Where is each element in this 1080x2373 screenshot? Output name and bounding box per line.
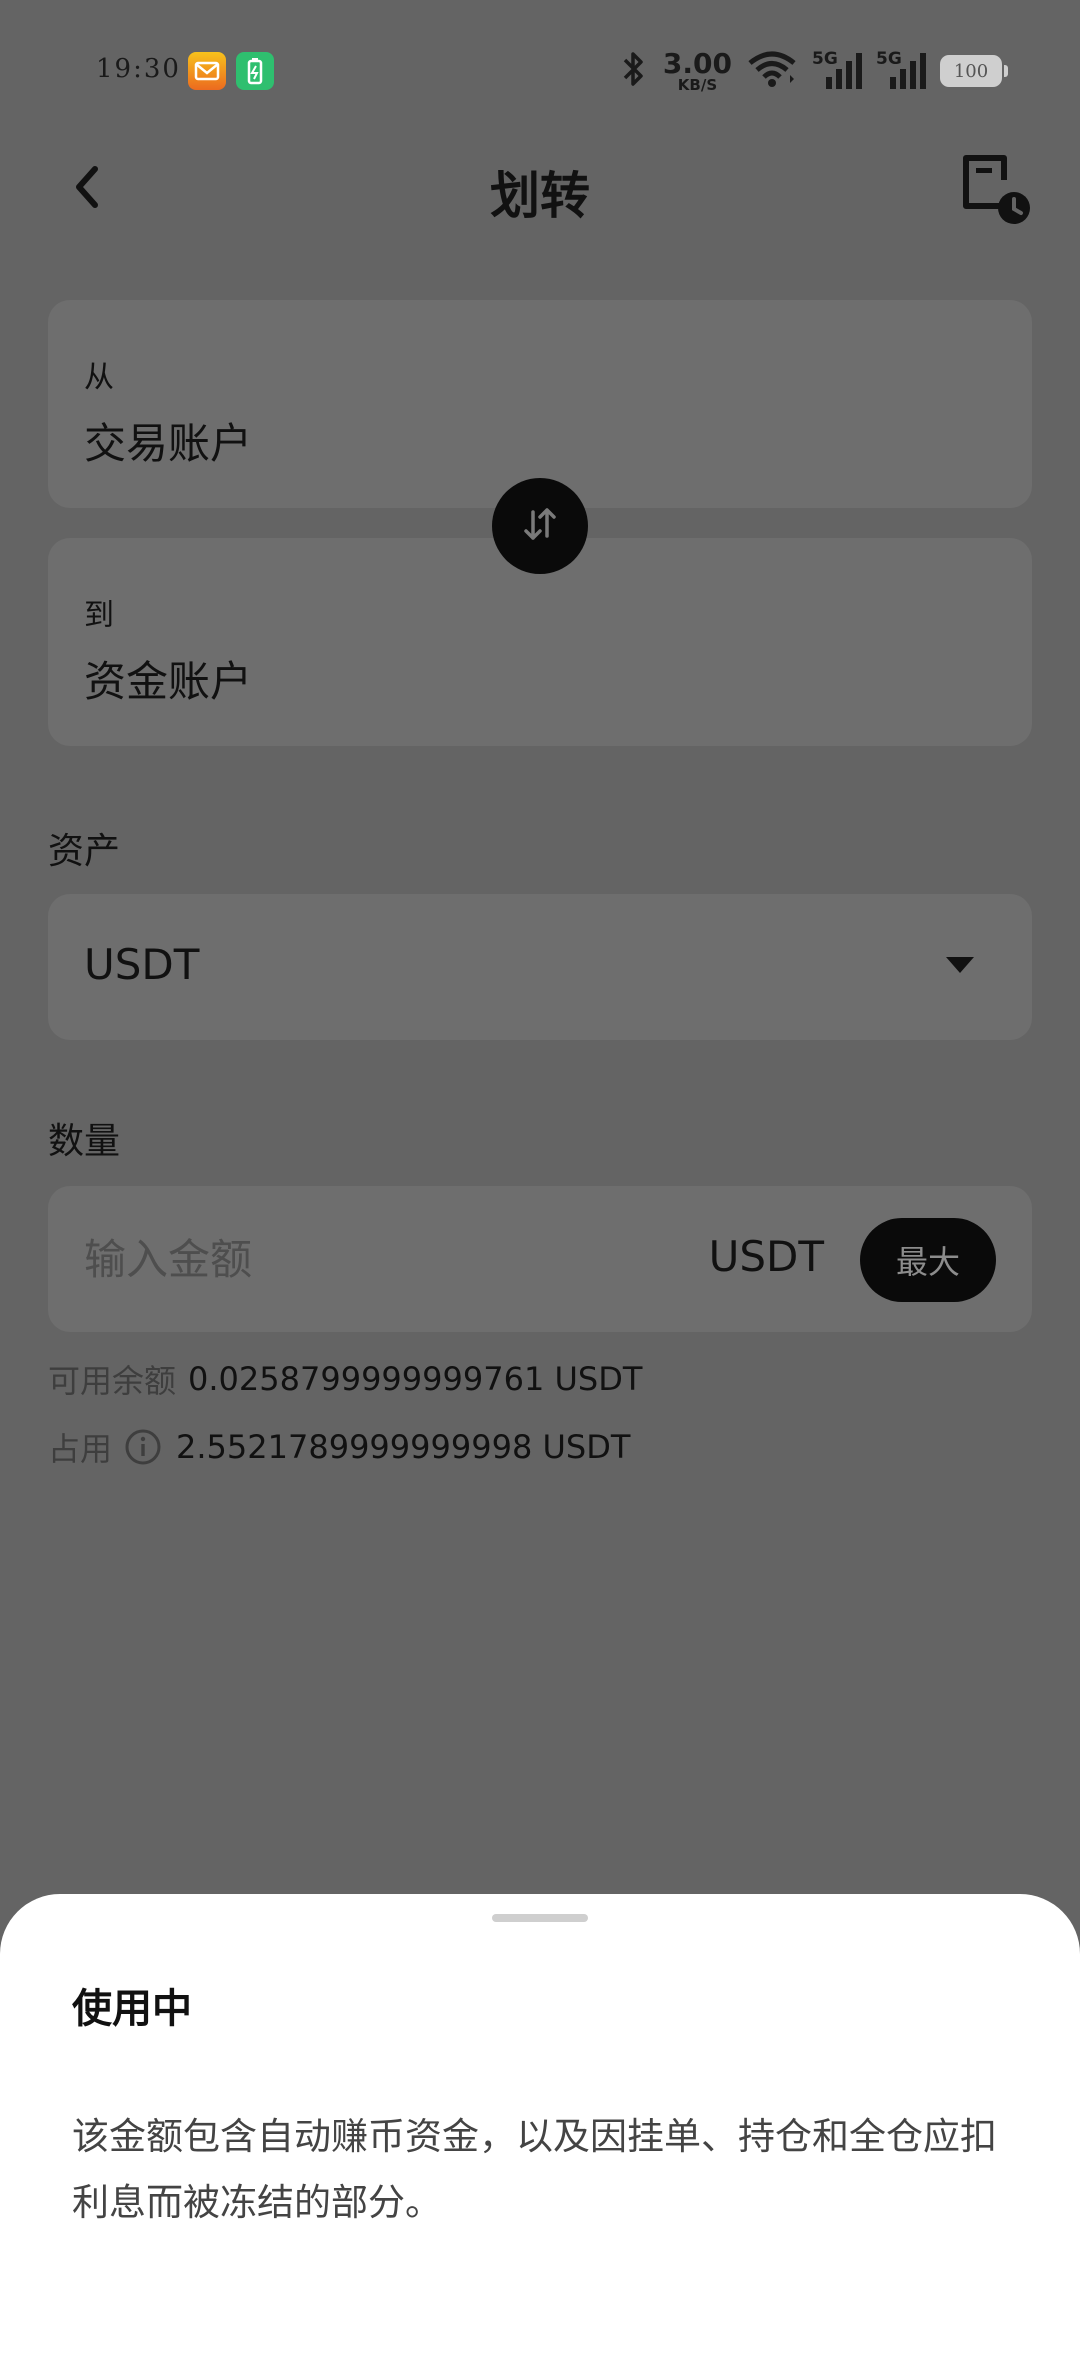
amount-section-label: 数量 (48, 1121, 121, 1162)
asset-section-label: 资产 (48, 831, 121, 872)
status-indicators: 3.00 KB/S 5G 5G 100 (619, 46, 1008, 96)
battery-indicator: 100 (940, 55, 1008, 87)
swap-arrows-icon (518, 502, 562, 550)
available-balance-label: 可用余额 (48, 1362, 177, 1400)
network-speed-value: 3.00 (662, 46, 732, 80)
sheet-drag-handle[interactable] (492, 1914, 588, 1922)
swap-accounts-button[interactable] (492, 478, 588, 574)
sheet-title: 使用中 (72, 1986, 192, 2032)
amount-input[interactable] (84, 1226, 684, 1292)
to-label: 到 (84, 598, 114, 633)
amount-input-container: USDT 最大 (48, 1186, 1032, 1332)
occupied-balance-row: 占用 2.5521789999999998 USDT (48, 1424, 630, 1470)
cell-signal-2: 5G (876, 49, 926, 93)
asset-selected-value: USDT (84, 940, 200, 989)
record-clock-icon (956, 155, 1036, 234)
to-account-value: 资金账户 (84, 657, 253, 706)
signal-bars-icon (890, 53, 926, 89)
battery-saver-icon (236, 52, 274, 90)
signal-bars-icon (826, 53, 862, 89)
from-account-value: 交易账户 (84, 419, 253, 468)
available-balance-value: 0.0258799999999761 USDT (188, 1360, 643, 1398)
mail-notification-icon (188, 52, 226, 90)
occupied-balance-value: 2.5521789999999998 USDT (176, 1428, 631, 1466)
from-label: 从 (84, 360, 114, 395)
status-bar: 19:30 3.00 KB/S 5G 5G 100 (0, 0, 1080, 140)
transfer-history-button[interactable] (956, 150, 1036, 230)
page-title: 划转 (490, 167, 590, 225)
header: 划转 (0, 140, 1080, 236)
occupied-balance-label: 占用 (48, 1430, 113, 1468)
wifi-icon (746, 49, 798, 93)
in-use-bottom-sheet: 使用中 该金额包含自动赚币资金，以及因挂单、持仓和全仓应扣利息而被冻结的部分。 (0, 1894, 1080, 2373)
from-account-selector[interactable]: 从 交易账户 (48, 300, 1032, 508)
asset-dropdown[interactable]: USDT (48, 894, 1032, 1040)
cell-signal-1: 5G (812, 49, 862, 93)
network-speed: 3.00 KB/S (662, 46, 732, 94)
status-time: 19:30 (96, 54, 181, 84)
sheet-body-text: 该金额包含自动赚币资金，以及因挂单、持仓和全仓应扣利息而被冻结的部分。 (72, 2115, 997, 2224)
amount-unit: USDT (708, 1232, 824, 1281)
network-speed-unit: KB/S (677, 75, 718, 94)
info-icon[interactable] (124, 1428, 162, 1466)
caret-down-icon (944, 954, 976, 980)
max-button[interactable]: 最大 (860, 1218, 996, 1302)
bluetooth-icon (619, 49, 649, 93)
available-balance-row: 可用余额 0.0258799999999761 USDT (48, 1356, 642, 1402)
